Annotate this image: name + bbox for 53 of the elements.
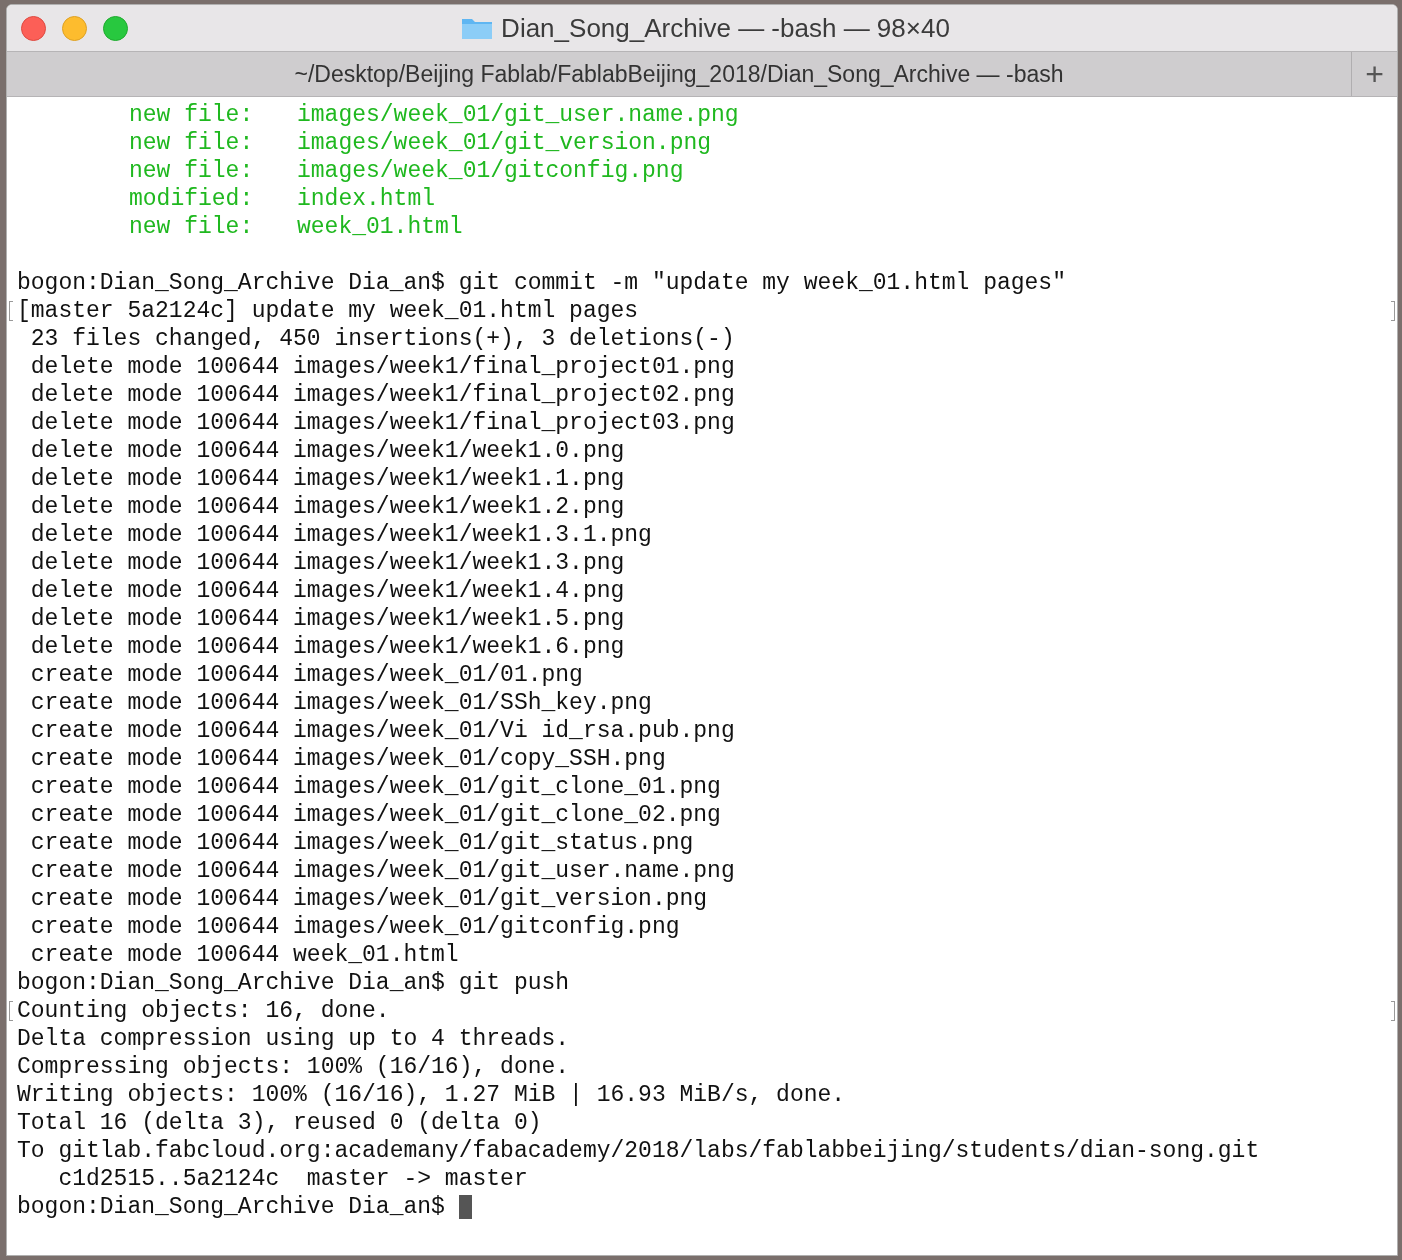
folder-icon <box>461 16 494 40</box>
status-label: new file: <box>129 212 255 242</box>
status-label: new file: <box>129 156 255 186</box>
terminal-line: create mode 100644 images/week_01/git_version.png <box>29 884 708 914</box>
terminal-line: Writing objects: 100% (16/16), 1.27 MiB | 16.93 MiB/s, done. <box>17 1080 846 1110</box>
terminal-line: delete mode 100644 images/week1/final_project02.png <box>29 380 735 410</box>
terminal-line: delete mode 100644 images/week1/week1.3.1.png <box>29 520 652 550</box>
terminal-line: Counting objects: 16, done. <box>17 996 390 1026</box>
terminal-line: To gitlab.fabcloud.org:academany/fabacademy/2018/labs/fablabbeijing/students/dian-song.git <box>17 1136 1260 1166</box>
terminal-line: delete mode 100644 images/week1/final_project01.png <box>29 352 735 382</box>
terminal-line: Compressing objects: 100% (16/16), done. <box>17 1052 570 1082</box>
tab[interactable]: ~/Desktop/Beijing Fablab/FablabBeijing_2018/Dian_Song_Archive — -bash <box>7 52 1351 96</box>
terminal-line: delete mode 100644 images/week1/week1.0.png <box>29 436 625 466</box>
minimize-button[interactable] <box>62 15 87 41</box>
status-label: new file: <box>129 100 255 130</box>
new-tab-button[interactable]: + <box>1351 52 1397 96</box>
terminal-line: create mode 100644 images/week_01/Vi id_rsa.pub.png <box>29 716 735 746</box>
terminal-line: create mode 100644 images/week_01/copy_SSH.png <box>29 744 666 774</box>
terminal-line: create mode 100644 images/week_01/git_clone_01.png <box>29 772 721 802</box>
terminal-line: create mode 100644 images/week_01/git_status.png <box>29 828 694 858</box>
file-path: week_01.html <box>297 212 463 242</box>
terminal-line: delete mode 100644 images/week1/week1.3.png <box>29 548 625 578</box>
status-label: new file: <box>129 128 255 158</box>
terminal-line: create mode 100644 images/week_01/01.png <box>29 660 583 690</box>
terminal-line: delete mode 100644 images/week1/week1.6.png <box>29 632 625 662</box>
terminal-line: create mode 100644 week_01.html <box>29 940 459 970</box>
terminal-line: create mode 100644 images/week_01/git_user.name.png <box>29 856 735 886</box>
terminal-line: delete mode 100644 images/week1/week1.1.png <box>29 464 625 494</box>
terminal-line: Delta compression using up to 4 threads. <box>17 1024 570 1054</box>
mark-bracket <box>1391 1001 1395 1021</box>
window-title: Dian_Song_Archive — -bash — 98×40 <box>501 11 950 45</box>
terminal-line: bogon:Dian_Song_Archive Dia_an$ git push <box>17 968 570 998</box>
terminal-line: bogon:Dian_Song_Archive Dia_an$ git commit -m "update my week_01.html pages" <box>17 268 1066 298</box>
terminal-line: create mode 100644 images/week_01/git_clone_02.png <box>29 800 721 830</box>
zoom-button[interactable] <box>103 15 128 41</box>
mark-bracket <box>1391 301 1395 321</box>
file-path: images/week_01/git_version.png <box>297 128 712 158</box>
terminal-line: delete mode 100644 images/week1/final_project03.png <box>29 408 735 438</box>
terminal-line: delete mode 100644 images/week1/week1.4.png <box>29 576 625 606</box>
terminal-line: bogon:Dian_Song_Archive Dia_an$ <box>17 1192 446 1222</box>
terminal-line: delete mode 100644 images/week1/week1.5.png <box>29 604 625 634</box>
terminal-line: create mode 100644 images/week_01/gitconfig.png <box>29 912 680 942</box>
file-path: images/week_01/git_user.name.png <box>297 100 739 130</box>
terminal-line: create mode 100644 images/week_01/SSh_key.png <box>29 688 652 718</box>
terminal-line: 23 files changed, 450 insertions(+), 3 deletions(-) <box>29 324 735 354</box>
status-label: modified: <box>129 184 255 214</box>
file-path: images/week_01/gitconfig.png <box>297 156 684 186</box>
terminal-line: [master 5a2124c] update my week_01.html pages <box>17 296 639 326</box>
close-button[interactable] <box>21 15 46 41</box>
file-path: index.html <box>297 184 436 214</box>
terminal-line: Total 16 (delta 3), reused 0 (delta 0) <box>17 1108 542 1138</box>
terminal-line: c1d2515..5a2124c master -> master <box>57 1164 528 1194</box>
terminal-line: delete mode 100644 images/week1/week1.2.png <box>29 492 625 522</box>
